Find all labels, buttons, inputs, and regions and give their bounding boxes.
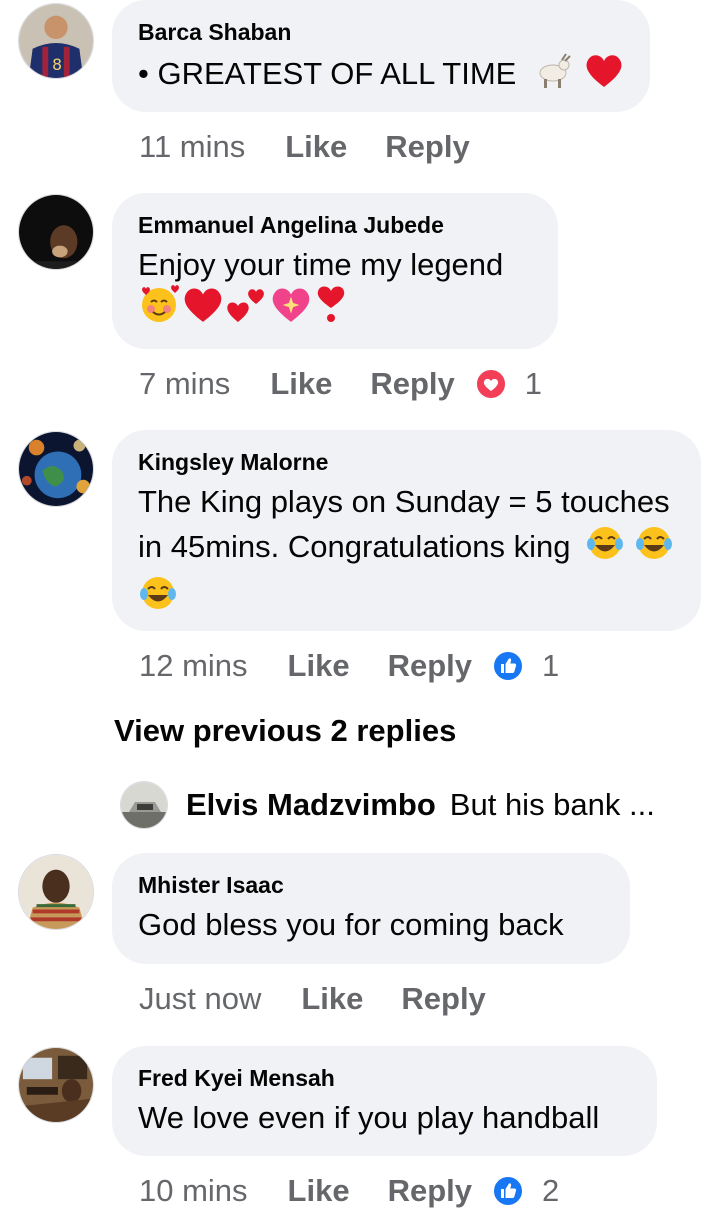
comment-author[interactable]: Emmanuel Angelina Jubede [138, 212, 532, 238]
reply-author[interactable]: Elvis Madzvimbo [186, 787, 436, 823]
avatar-image [19, 855, 93, 929]
like-button[interactable]: Like [301, 981, 363, 1017]
like-reaction-icon [492, 1175, 524, 1207]
comment-time[interactable]: 11 mins [139, 129, 245, 165]
comment-text: • GREATEST OF ALL TIME [138, 51, 624, 101]
like-button[interactable]: Like [270, 366, 332, 402]
avatar[interactable] [18, 1047, 94, 1123]
comment-time[interactable]: 7 mins [139, 366, 230, 402]
comment-text-content: Enjoy your time my legend [138, 247, 504, 282]
two-hearts-emoji-icon [226, 284, 268, 336]
avatar-image [19, 432, 93, 506]
reply-button[interactable]: Reply [388, 1173, 472, 1209]
smiling-hearts-emoji-icon [138, 284, 180, 336]
comment-author[interactable]: Fred Kyei Mensah [138, 1065, 631, 1091]
comment-bubble: Barca Shaban • GREATEST OF ALL TIME [112, 0, 650, 112]
avatar[interactable] [120, 781, 168, 829]
like-button[interactable]: Like [288, 1173, 350, 1209]
comment-actions: 12 mins Like Reply 1 [139, 644, 559, 688]
reaction-count: 1 [524, 366, 543, 401]
reply-button[interactable]: Reply [385, 129, 469, 165]
comment-bubble: Fred Kyei Mensah We love even if you pla… [112, 1046, 657, 1156]
comment-actions: 7 mins Like Reply 1 [139, 362, 542, 406]
like-button[interactable]: Like [288, 648, 350, 684]
avatar[interactable] [18, 431, 94, 507]
heart-emoji-icon [182, 284, 224, 336]
avatar-image [121, 782, 167, 828]
tears-of-joy-emoji-icon [585, 524, 625, 574]
comment-text: God bless you for coming back [138, 907, 564, 942]
like-button[interactable]: Like [285, 129, 347, 165]
avatar-image: 8 [19, 4, 93, 78]
svg-text:8: 8 [52, 56, 62, 74]
goat-emoji-icon [533, 51, 573, 101]
comment-text-content: • GREATEST OF ALL TIME [138, 56, 517, 92]
reply-button[interactable]: Reply [401, 981, 485, 1017]
comment-actions: 10 mins Like Reply 2 [139, 1169, 559, 1213]
avatar[interactable]: 8 [18, 3, 94, 79]
reaction-count: 2 [542, 1173, 560, 1208]
avatar-image [19, 1048, 93, 1122]
comment-text: The King plays on Sunday = 5 touches in … [138, 479, 675, 624]
tears-of-joy-emoji-icon [138, 574, 178, 624]
avatar[interactable] [18, 854, 94, 930]
comment-actions: 11 mins Like Reply [139, 125, 470, 169]
reaction-summary[interactable]: 1 [474, 366, 543, 402]
reply-button[interactable]: Reply [388, 648, 472, 684]
sparkling-heart-emoji-icon [270, 284, 312, 336]
comment-actions: Just now Like Reply [139, 977, 486, 1021]
comment-bubble: Kingsley Malorne The King plays on Sunda… [112, 430, 701, 631]
emoji-row [138, 284, 532, 332]
avatar-image [19, 195, 93, 269]
comment-bubble: Mhister Isaac God bless you for coming b… [112, 853, 630, 964]
view-previous-replies-link[interactable]: View previous 2 replies [114, 713, 456, 749]
reaction-count: 1 [542, 648, 560, 683]
comment-time[interactable]: Just now [139, 981, 261, 1017]
comment-time[interactable]: 12 mins [139, 648, 248, 684]
comment-author[interactable]: Mhister Isaac [138, 872, 604, 898]
reply-preview[interactable]: Elvis Madzvimbo But his bank ... [120, 780, 655, 830]
heart-emoji-icon [584, 51, 624, 101]
comment-text: We love even if you play handball [138, 1100, 600, 1135]
reaction-summary[interactable]: 2 [492, 1173, 559, 1209]
tears-of-joy-emoji-icon [634, 524, 674, 574]
reply-button[interactable]: Reply [370, 366, 454, 402]
reaction-summary[interactable]: 1 [492, 648, 559, 684]
reply-text: But his bank ... [449, 787, 655, 822]
comment-bubble: Emmanuel Angelina Jubede Enjoy your time… [112, 193, 558, 349]
heart-exclamation-emoji-icon [314, 284, 348, 336]
comment-author[interactable]: Barca Shaban [138, 19, 624, 45]
avatar[interactable] [18, 194, 94, 270]
comment-time[interactable]: 10 mins [139, 1173, 248, 1209]
comment-author[interactable]: Kingsley Malorne [138, 449, 675, 475]
like-reaction-icon [492, 650, 524, 682]
comment-text: Enjoy your time my legend [138, 242, 532, 332]
love-reaction-icon [474, 368, 507, 400]
